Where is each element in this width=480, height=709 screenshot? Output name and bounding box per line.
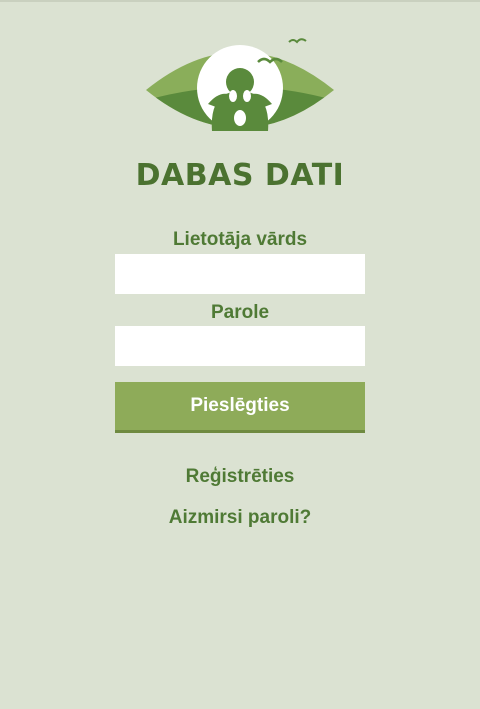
username-label: Lietotāja vārds — [172, 229, 308, 250]
password-input[interactable] — [115, 326, 365, 366]
login-button[interactable]: Pieslēgties — [115, 382, 365, 433]
eye-owl-logo-icon — [146, 38, 334, 131]
username-input[interactable] — [115, 254, 365, 294]
app-brand-title: DABAS DATI — [135, 158, 345, 193]
login-screen: DABAS DATI Lietotāja vārds Parole Pieslē… — [0, 0, 480, 709]
status-divider — [0, 0, 480, 2]
forgot-password-link[interactable]: Aizmirsi paroli? — [0, 507, 480, 529]
password-label: Parole — [210, 302, 270, 323]
register-link[interactable]: Reģistrēties — [0, 466, 480, 488]
